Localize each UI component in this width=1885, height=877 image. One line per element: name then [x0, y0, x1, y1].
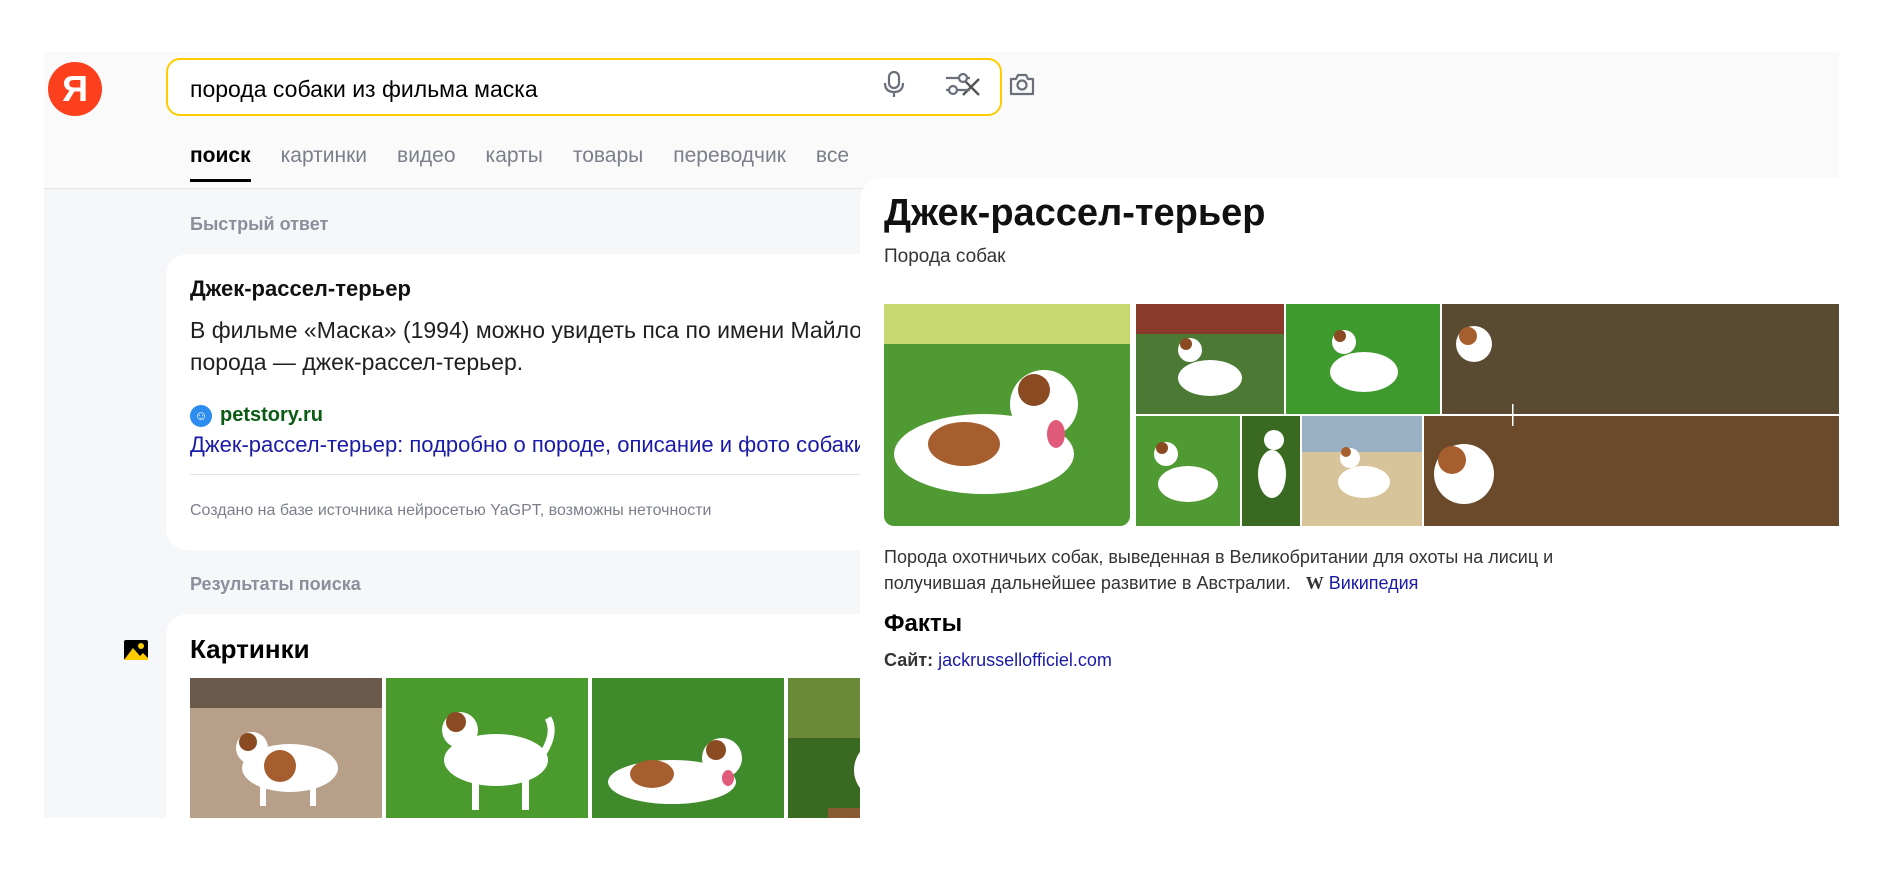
images-block-icon	[124, 640, 148, 660]
entity-gallery[interactable]	[884, 304, 1839, 526]
gallery-thumb	[1442, 304, 1839, 414]
site-label: Сайт:	[884, 650, 934, 670]
gallery-main-image	[884, 304, 1130, 526]
image-thumbnail[interactable]	[592, 678, 784, 818]
gallery-thumb	[1136, 304, 1284, 414]
facts-title: Факты	[884, 610, 963, 637]
quick-answer-text: В фильме «Маска» (1994) можно увидеть пс…	[190, 317, 911, 375]
entity-description-text: Порода охотничьих собак, выведенная в Ве…	[884, 547, 1554, 593]
entity-subtitle: Порода собак	[884, 246, 1006, 267]
image-thumbnail[interactable]	[386, 678, 588, 818]
gallery-thumb	[1424, 416, 1839, 526]
microphone-icon[interactable]	[874, 64, 914, 104]
ai-disclaimer: Создано на базе источника нейросетью YaG…	[190, 502, 712, 519]
petstory-favicon-icon: ☺	[190, 404, 212, 427]
quick-answer-label: Быстрый ответ	[190, 214, 329, 234]
entity-card: Джек-рассел-терьер Порода собак Порода о…	[860, 178, 1839, 818]
tab-search[interactable]: поиск	[190, 144, 251, 182]
quick-answer-title: Джек-рассел-терьер	[190, 276, 411, 301]
gallery-thumb	[1286, 304, 1440, 414]
gallery-thumb	[1136, 416, 1240, 526]
search-results-label: Результаты поиска	[190, 574, 361, 594]
tab-all[interactable]: все	[816, 144, 849, 182]
header: Я порода собаки из фильма маска поиск ка…	[44, 52, 1839, 189]
yandex-logo[interactable]: Я	[48, 62, 102, 116]
tab-products[interactable]: товары	[573, 144, 643, 182]
wikipedia-link[interactable]: Википедия	[1329, 573, 1419, 593]
search-tabs: поиск картинки видео карты товары перево…	[190, 144, 879, 182]
tab-translator[interactable]: переводчик	[673, 144, 786, 182]
facts-site-row: Сайт: jackrussellofficiel.com	[884, 650, 1112, 671]
tab-maps[interactable]: карты	[486, 144, 543, 182]
page: Я порода собаки из фильма маска поиск ка…	[44, 52, 1839, 818]
image-thumbnail[interactable]	[190, 678, 382, 818]
gallery-thumb	[1242, 416, 1300, 526]
source-domain[interactable]: petstory.ru	[220, 404, 323, 427]
filters-icon[interactable]	[938, 64, 978, 104]
images-title[interactable]: Картинки	[190, 634, 310, 665]
source-link[interactable]: Джек-рассел-терьер: подробно о породе, о…	[190, 432, 866, 458]
source-row[interactable]: ☺ petstory.ru	[190, 404, 323, 427]
search-query[interactable]: порода собаки из фильма маска	[190, 76, 538, 103]
site-link[interactable]: jackrussellofficiel.com	[938, 650, 1112, 670]
tab-video[interactable]: видео	[397, 144, 456, 182]
gallery-thumb	[1302, 416, 1422, 526]
camera-search-icon[interactable]	[1002, 64, 1042, 104]
entity-title[interactable]: Джек-рассел-терьер	[884, 192, 1266, 235]
tab-images[interactable]: картинки	[281, 144, 367, 182]
entity-description: Порода охотничьих собак, выведенная в Ве…	[884, 544, 1624, 596]
wikipedia-icon: W	[1305, 573, 1324, 593]
